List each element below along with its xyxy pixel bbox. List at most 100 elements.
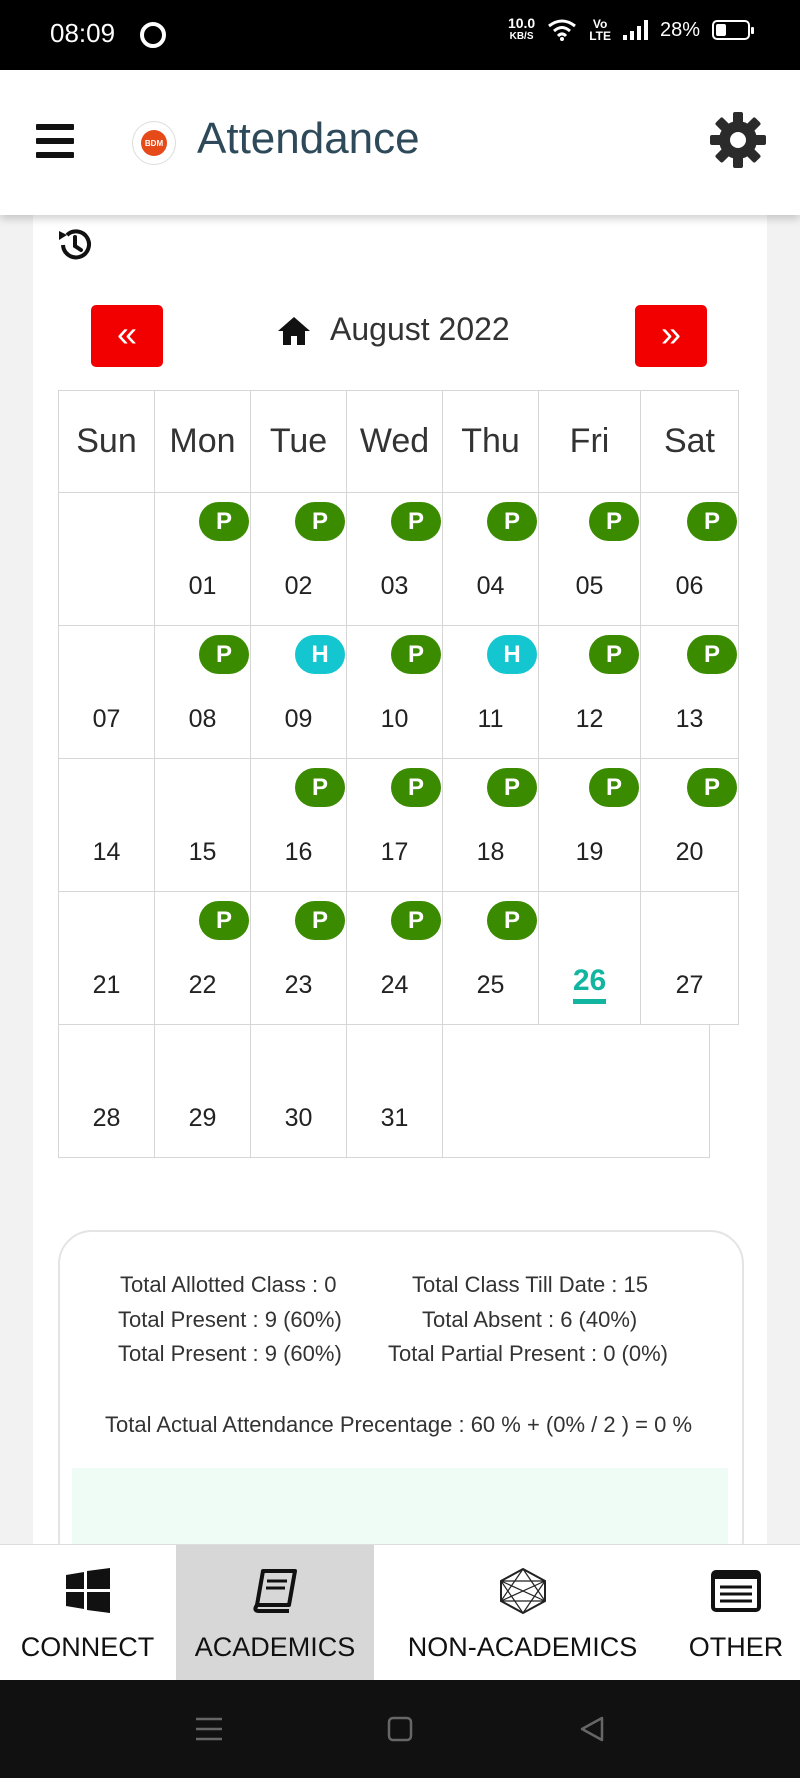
- day-cell-13[interactable]: P 13: [640, 625, 739, 759]
- day-cell-30[interactable]: 30: [250, 1024, 347, 1158]
- day-cell-17[interactable]: P 17: [346, 758, 443, 892]
- day-cell-04[interactable]: P 04: [442, 492, 539, 626]
- today-date: 26: [539, 964, 640, 1004]
- weekday-sun: Sun: [58, 390, 155, 493]
- day-cell-20[interactable]: P 20: [640, 758, 739, 892]
- present-badge: P: [295, 901, 345, 940]
- day-cell-24[interactable]: P 24: [346, 891, 443, 1025]
- present-badge: P: [487, 901, 537, 940]
- menu-icon[interactable]: [36, 124, 74, 160]
- day-cell-09[interactable]: H 09: [250, 625, 347, 759]
- day-number: 08: [188, 705, 217, 733]
- day-cell-18[interactable]: P 18: [442, 758, 539, 892]
- day-cell-28[interactable]: 28: [58, 1024, 155, 1158]
- day-cell-12[interactable]: P 12: [538, 625, 641, 759]
- system-nav-bar: [0, 1680, 800, 1778]
- day-number: 04: [476, 572, 505, 600]
- day-cell-11[interactable]: H 11: [442, 625, 539, 759]
- prev-month-button[interactable]: «: [91, 305, 163, 367]
- history-icon[interactable]: [55, 225, 95, 265]
- day-number: 21: [92, 971, 121, 999]
- day-cell-19[interactable]: P 19: [538, 758, 641, 892]
- day-cell-25[interactable]: P 25: [442, 891, 539, 1025]
- day-number: 16: [284, 838, 313, 866]
- holiday-badge: H: [295, 635, 345, 674]
- day-cell-01[interactable]: P 01: [154, 492, 251, 626]
- day-number: 18: [476, 838, 505, 866]
- app-header: BDM Attendance: [0, 70, 800, 215]
- day-number: 30: [284, 1104, 313, 1132]
- school-logo: BDM: [132, 121, 176, 165]
- day-number: 28: [92, 1104, 121, 1132]
- day-cell-26[interactable]: 26: [538, 891, 641, 1025]
- day-number: 14: [92, 838, 121, 866]
- day-number: 05: [575, 572, 604, 600]
- weekday-wed: Wed: [346, 390, 443, 493]
- day-cell-08[interactable]: P 08: [154, 625, 251, 759]
- tab-non-academics[interactable]: NON-ACADEMICS: [395, 1545, 650, 1681]
- weekday-thu: Thu: [442, 390, 539, 493]
- day-cell-23[interactable]: P 23: [250, 891, 347, 1025]
- day-cell-10[interactable]: P 10: [346, 625, 443, 759]
- tab-other[interactable]: OTHER: [672, 1545, 800, 1681]
- tab-connect[interactable]: CONNECT: [0, 1545, 175, 1681]
- signal-icon: [622, 20, 648, 40]
- home-icon[interactable]: [277, 315, 311, 347]
- gear-icon[interactable]: [708, 110, 768, 170]
- day-number: 13: [675, 705, 704, 733]
- empty-day-cell: [442, 1024, 710, 1158]
- tab-non-academics-label: NON-ACADEMICS: [407, 1632, 638, 1662]
- total-absent: Total Absent : 6 (40%): [422, 1307, 638, 1332]
- home-square-icon[interactable]: [386, 1715, 414, 1743]
- present-badge: P: [295, 768, 345, 807]
- network-speed-value: 10.0: [507, 15, 536, 31]
- day-cell-31[interactable]: 31: [346, 1024, 443, 1158]
- day-cell-14[interactable]: 14: [58, 758, 155, 892]
- day-number: 24: [380, 971, 409, 999]
- day-cell-07[interactable]: 07: [58, 625, 155, 759]
- recents-menu-icon[interactable]: [194, 1715, 224, 1743]
- wifi-icon: [548, 19, 577, 41]
- next-month-button[interactable]: »: [635, 305, 707, 367]
- back-icon[interactable]: [578, 1715, 606, 1743]
- day-cell-03[interactable]: P 03: [346, 492, 443, 626]
- day-cell-15[interactable]: 15: [154, 758, 251, 892]
- day-number: 19: [575, 838, 604, 866]
- day-cell-21[interactable]: 21: [58, 891, 155, 1025]
- battery-percent: 28%: [659, 18, 700, 41]
- polyhedron-icon: [499, 1567, 546, 1615]
- day-cell-29[interactable]: 29: [154, 1024, 251, 1158]
- day-number: 22: [188, 971, 217, 999]
- battery-icon: [712, 20, 754, 40]
- day-number: 15: [188, 838, 217, 866]
- actual-attendance: Total Actual Attendance Precentage : 60 …: [105, 1412, 693, 1437]
- volte-bottom: LTE: [589, 29, 611, 43]
- total-partial-present: Total Partial Present : 0 (0%): [388, 1341, 669, 1366]
- day-cell-06[interactable]: P 06: [640, 492, 739, 626]
- book-icon: [253, 1569, 297, 1613]
- present-badge: P: [199, 901, 249, 940]
- status-bar: 08:09 10.0 KB/S Vo LTE 28%: [0, 0, 800, 70]
- day-number: 09: [284, 705, 313, 733]
- tab-academics[interactable]: ACADEMICS: [176, 1545, 374, 1681]
- day-cell-02[interactable]: P 02: [250, 492, 347, 626]
- day-number: 17: [380, 838, 409, 866]
- tab-other-label: OTHER: [688, 1632, 784, 1662]
- day-cell-27[interactable]: 27: [640, 891, 739, 1025]
- day-cell-22[interactable]: P 22: [154, 891, 251, 1025]
- holiday-badge: H: [487, 635, 537, 674]
- present-badge: P: [589, 502, 639, 541]
- day-number: 23: [284, 971, 313, 999]
- present-badge: P: [391, 768, 441, 807]
- day-cell-16[interactable]: P 16: [250, 758, 347, 892]
- day-cell-05[interactable]: P 05: [538, 492, 641, 626]
- record-icon: [140, 22, 166, 48]
- total-allotted: Total Allotted Class : 0: [120, 1272, 337, 1297]
- page-title: Attendance: [197, 114, 420, 163]
- status-time: 08:09: [50, 18, 116, 48]
- bottom-nav: CONNECT ACADEMICS NON-ACADEMICS OTHER: [0, 1544, 800, 1681]
- day-number: 25: [476, 971, 505, 999]
- present-badge: P: [391, 901, 441, 940]
- empty-day-cell: [58, 492, 155, 626]
- day-number: 27: [675, 971, 704, 999]
